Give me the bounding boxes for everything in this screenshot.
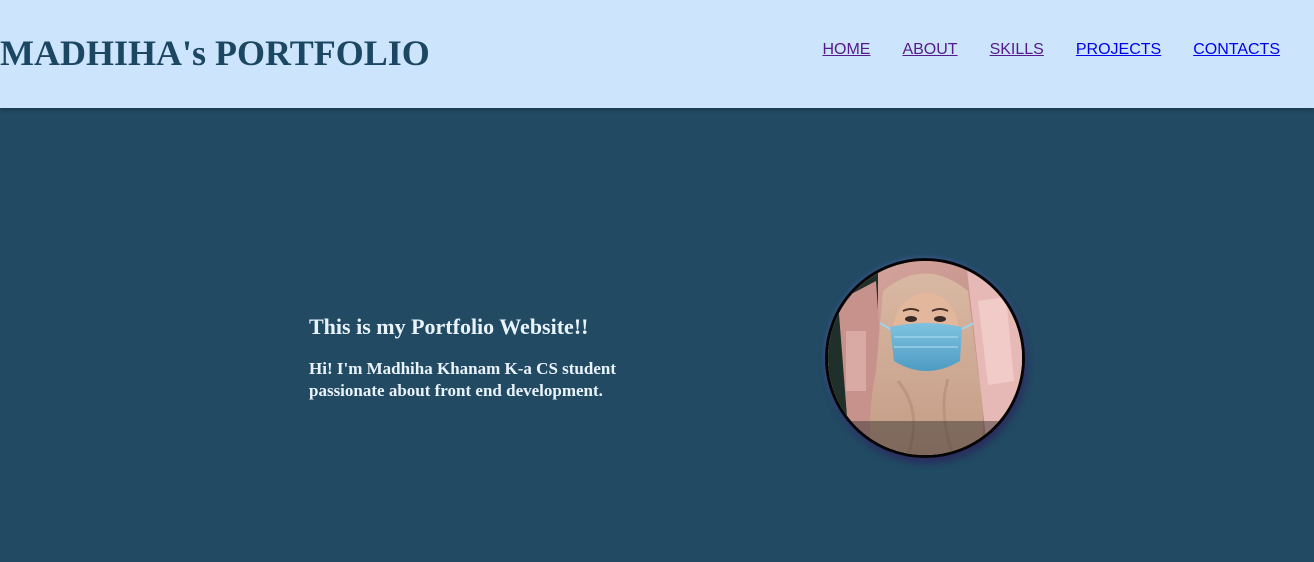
hero-section: This is my Portfolio Website!! Hi! I'm M… — [0, 108, 1314, 562]
main-nav: HOME ABOUT SKILLS PROJECTS CONTACTS — [822, 40, 1280, 60]
intro-text: Hi! I'm Madhiha Khanam K-a CS student pa… — [309, 359, 616, 400]
nav-link-about[interactable]: ABOUT — [902, 40, 957, 60]
nav-link-projects[interactable]: PROJECTS — [1076, 40, 1161, 60]
nav-link-skills[interactable]: SKILLS — [990, 40, 1044, 60]
intro-heading: This is my Portfolio Website!! — [309, 314, 589, 339]
profile-photo — [825, 258, 1025, 458]
site-title: MADHIHA's PORTFOLIO — [0, 33, 430, 73]
nav-link-home[interactable]: HOME — [822, 40, 870, 60]
site-header: MADHIHA's PORTFOLIO HOME ABOUT SKILLS PR… — [0, 0, 1314, 108]
profile-photo-illustration — [828, 261, 1022, 455]
intro-block: This is my Portfolio Website!! Hi! I'm M… — [309, 313, 669, 402]
nav-link-contacts[interactable]: CONTACTS — [1193, 40, 1280, 60]
